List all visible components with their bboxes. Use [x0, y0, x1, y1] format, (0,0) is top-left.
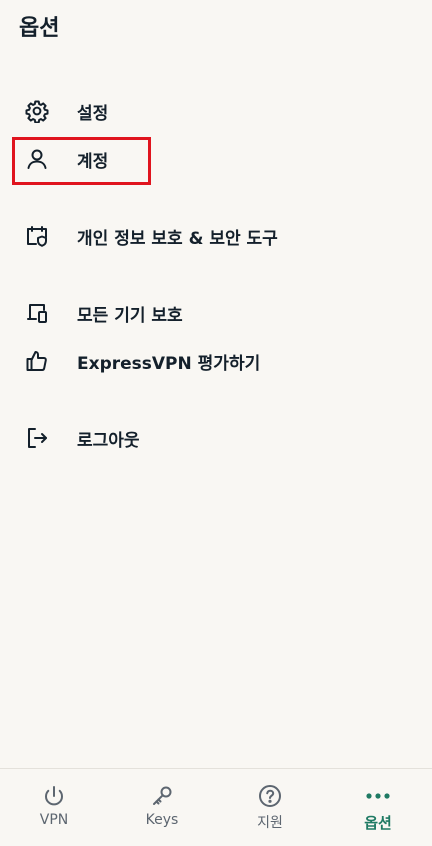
tab-label-support: 지원 — [257, 815, 283, 831]
menu-item-settings[interactable]: 설정 — [0, 88, 432, 132]
bottom-tab-bar: VPN Keys 지원 옵션 — [0, 768, 432, 846]
logout-icon — [24, 425, 50, 451]
menu-label-account: 계정 — [77, 152, 109, 172]
more-dots-icon — [364, 782, 392, 810]
shield-calendar-icon — [24, 223, 50, 249]
tab-label-vpn: VPN — [39, 812, 69, 828]
person-icon — [24, 146, 50, 172]
tab-keys[interactable]: Keys — [108, 769, 216, 846]
page-title: 옵션 — [19, 16, 60, 41]
menu-item-account[interactable]: 계정 — [0, 136, 432, 180]
menu-label-privacy-tools: 개인 정보 보호 & 보안 도구 — [77, 229, 278, 249]
thumbs-up-icon — [24, 348, 50, 374]
key-icon — [148, 782, 176, 810]
devices-icon — [24, 300, 50, 326]
tab-label-options: 옵션 — [364, 814, 392, 832]
power-icon — [40, 782, 68, 810]
tab-vpn[interactable]: VPN — [0, 769, 108, 846]
menu-label-settings: 설정 — [77, 104, 109, 124]
menu-item-privacy-tools[interactable]: 개인 정보 보호 & 보안 도구 — [0, 213, 432, 257]
menu-label-all-devices: 모든 기기 보호 — [77, 306, 183, 326]
options-screen: 옵션 설정 계정 개인 정보 보호 & 보안 도구 모든 기기 보호 Expre… — [0, 0, 432, 846]
menu-item-all-devices[interactable]: 모든 기기 보호 — [0, 290, 432, 334]
tab-label-keys: Keys — [145, 812, 179, 828]
menu-item-logout[interactable]: 로그아웃 — [0, 415, 432, 459]
menu-item-rate-app[interactable]: ExpressVPN 평가하기 — [0, 338, 432, 382]
gear-icon — [24, 98, 50, 124]
question-icon — [256, 782, 284, 810]
tab-options[interactable]: 옵션 — [324, 769, 432, 846]
menu-label-rate-app: ExpressVPN 평가하기 — [77, 354, 261, 374]
tab-support[interactable]: 지원 — [216, 769, 324, 846]
menu-label-logout: 로그아웃 — [77, 431, 140, 451]
